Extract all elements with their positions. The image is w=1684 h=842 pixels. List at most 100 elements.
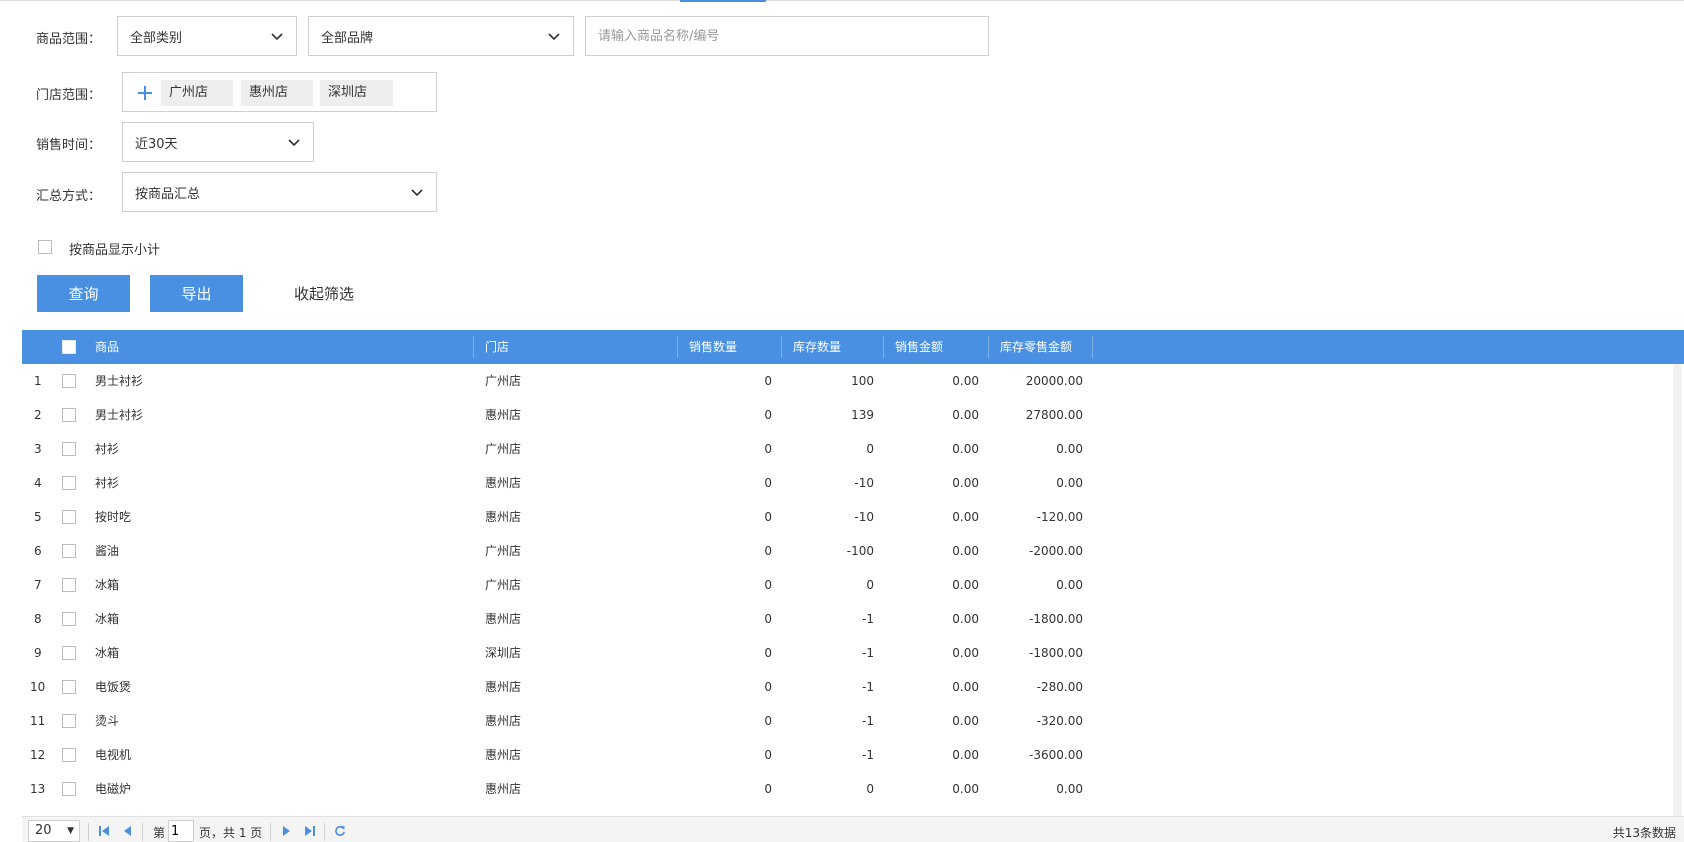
table-row[interactable]: 7 冰箱 广州店 0 0 0.00 0.00 [22, 568, 1682, 602]
cell-store: 惠州店 [485, 612, 522, 626]
cell-sales-amount: 0.00 [952, 646, 979, 660]
row-checkbox[interactable] [62, 544, 76, 558]
cell-sales-amount: 0.00 [952, 748, 979, 762]
row-number: 11 [30, 714, 46, 728]
cell-product: 衬衫 [95, 442, 120, 456]
cell-sales-qty: 0 [764, 782, 772, 796]
cell-sales-amount: 0.00 [952, 544, 979, 558]
cell-store: 惠州店 [485, 748, 522, 762]
collapse-filter-link[interactable]: 收起筛选 [294, 283, 354, 304]
cell-stock-qty: -1 [862, 714, 874, 728]
table-row[interactable]: 9 冰箱 深圳店 0 -1 0.00 -1800.00 [22, 636, 1682, 670]
cell-stock-retail-amount: 0.00 [1056, 782, 1083, 796]
cell-sales-amount: 0.00 [952, 408, 979, 422]
row-checkbox[interactable] [62, 578, 76, 592]
caret-down-icon: ▼ [67, 826, 74, 836]
table-row[interactable]: 3 衬衫 广州店 0 0 0.00 0.00 [22, 432, 1682, 466]
column-header-product[interactable]: 商品 [95, 330, 119, 364]
first-page-icon[interactable] [98, 825, 110, 837]
cell-sales-amount: 0.00 [952, 714, 979, 728]
column-header-store[interactable]: 门店 [485, 330, 509, 364]
table-row[interactable]: 12 电视机 惠州店 0 -1 0.00 -3600.00 [22, 738, 1682, 772]
table-row[interactable]: 13 电磁炉 惠州店 0 0 0.00 0.00 [22, 772, 1682, 806]
row-checkbox[interactable] [62, 408, 76, 422]
subtotal-checkbox[interactable] [38, 240, 52, 254]
cell-sales-qty: 0 [764, 646, 772, 660]
summary-mode-select[interactable]: 按商品汇总 [122, 172, 437, 212]
cell-stock-qty: -100 [846, 544, 874, 558]
row-checkbox[interactable] [62, 510, 76, 524]
pager-divider [324, 823, 325, 841]
column-divider[interactable] [1092, 336, 1093, 358]
cell-stock-qty: 100 [851, 374, 874, 388]
row-checkbox[interactable] [62, 714, 76, 728]
vertical-scrollbar[interactable] [1673, 364, 1682, 816]
cell-stock-retail-amount: 0.00 [1056, 442, 1083, 456]
cell-sales-qty: 0 [764, 612, 772, 626]
plus-icon[interactable] [135, 83, 155, 103]
top-border [0, 0, 1684, 1]
table-row[interactable]: 11 烫斗 惠州店 0 -1 0.00 -320.00 [22, 704, 1682, 738]
prev-page-icon[interactable] [122, 825, 134, 837]
cell-sales-amount: 0.00 [952, 578, 979, 592]
cell-sales-amount: 0.00 [952, 680, 979, 694]
cell-stock-qty: -10 [854, 510, 874, 524]
last-page-icon[interactable] [304, 825, 316, 837]
row-checkbox[interactable] [62, 748, 76, 762]
row-checkbox[interactable] [62, 442, 76, 456]
row-checkbox[interactable] [62, 476, 76, 490]
row-checkbox[interactable] [62, 646, 76, 660]
column-divider[interactable] [988, 336, 989, 358]
table-row[interactable]: 10 电饭煲 惠州店 0 -1 0.00 -280.00 [22, 670, 1682, 704]
page-suffix-text: 页，共 1 页 [199, 826, 263, 840]
store-tag[interactable]: 广州店 [161, 80, 233, 106]
cell-store: 惠州店 [485, 408, 522, 422]
select-all-checkbox[interactable] [62, 340, 76, 354]
column-header-stock-qty[interactable]: 库存数量 [793, 330, 841, 364]
cell-sales-amount: 0.00 [952, 612, 979, 626]
column-divider[interactable] [677, 336, 678, 358]
cell-store: 广州店 [485, 374, 522, 388]
cell-product: 烫斗 [95, 714, 120, 728]
query-button[interactable]: 查询 [37, 275, 130, 312]
cell-store: 广州店 [485, 578, 522, 592]
cell-sales-qty: 0 [764, 476, 772, 490]
column-header-sales-qty[interactable]: 销售数量 [689, 330, 737, 364]
column-header-sales-amount[interactable]: 销售金额 [895, 330, 943, 364]
export-button[interactable]: 导出 [150, 275, 243, 312]
table-row[interactable]: 6 酱油 广州店 0 -100 0.00 -2000.00 [22, 534, 1682, 568]
store-picker[interactable]: 广州店 惠州店 深圳店 [122, 72, 437, 112]
category-select[interactable]: 全部类别 [117, 16, 297, 56]
sale-time-select[interactable]: 近30天 [122, 122, 314, 162]
chevron-down-icon [548, 33, 560, 41]
next-page-icon[interactable] [280, 825, 292, 837]
page-prefix-text: 第 [153, 826, 166, 840]
column-divider[interactable] [781, 336, 782, 358]
cell-stock-qty: 0 [866, 782, 874, 796]
row-checkbox[interactable] [62, 680, 76, 694]
column-divider[interactable] [473, 336, 474, 358]
cell-product: 冰箱 [95, 578, 120, 592]
row-checkbox[interactable] [62, 782, 76, 796]
brand-select[interactable]: 全部品牌 [308, 16, 574, 56]
store-tag[interactable]: 深圳店 [320, 80, 393, 106]
refresh-icon[interactable] [334, 825, 346, 837]
sale-time-label: 销售时间： [36, 138, 102, 153]
row-checkbox[interactable] [62, 612, 76, 626]
row-number: 4 [34, 476, 42, 490]
cell-store: 广州店 [485, 442, 522, 456]
table-row[interactable]: 8 冰箱 惠州店 0 -1 0.00 -1800.00 [22, 602, 1682, 636]
store-tag[interactable]: 惠州店 [241, 80, 313, 106]
table-row[interactable]: 5 按时吃 惠州店 0 -10 0.00 -120.00 [22, 500, 1682, 534]
cell-sales-qty: 0 [764, 408, 772, 422]
table-row[interactable]: 1 男士衬衫 广州店 0 100 0.00 20000.00 [22, 364, 1682, 398]
column-header-stock-retail-amount[interactable]: 库存零售金额 [1000, 330, 1072, 364]
table-row[interactable]: 4 衬衫 惠州店 0 -10 0.00 0.00 [22, 466, 1682, 500]
row-checkbox[interactable] [62, 374, 76, 388]
current-page-input[interactable] [168, 820, 194, 842]
table-row[interactable]: 2 男士衬衫 惠州店 0 139 0.00 27800.00 [22, 398, 1682, 432]
page-size-select[interactable]: 20 ▼ [28, 820, 80, 842]
column-divider[interactable] [883, 336, 884, 358]
cell-stock-qty: 139 [851, 408, 874, 422]
product-search-input[interactable] [585, 16, 989, 56]
